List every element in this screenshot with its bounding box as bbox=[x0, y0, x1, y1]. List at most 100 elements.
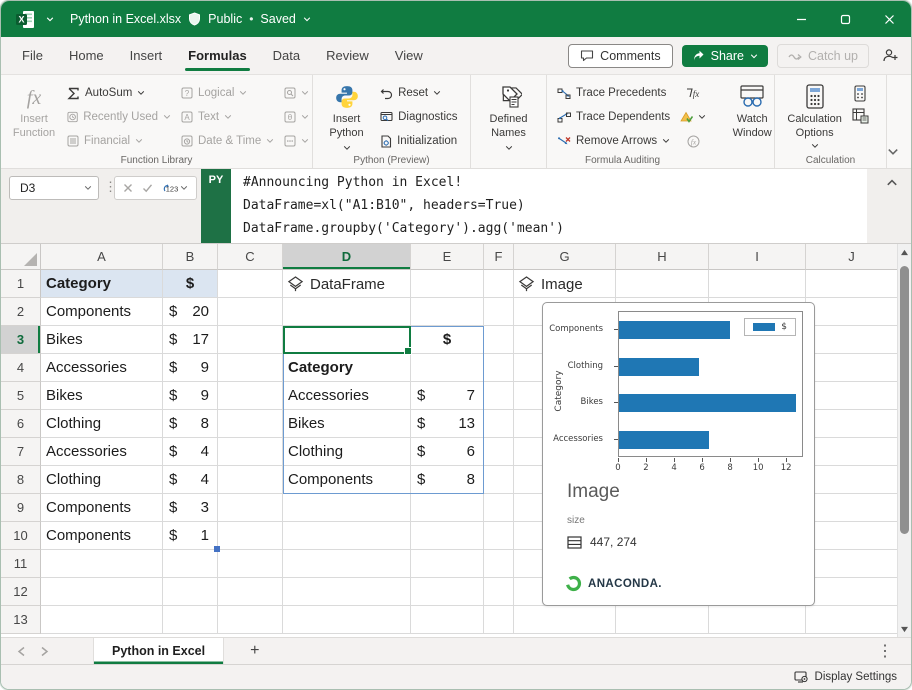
more-functions-button[interactable] bbox=[282, 129, 311, 153]
cell-D9[interactable] bbox=[283, 494, 411, 522]
cell-J7[interactable] bbox=[806, 438, 898, 466]
cell-H1[interactable] bbox=[616, 270, 709, 298]
trace-dependents-button[interactable]: Trace Dependents bbox=[555, 105, 672, 129]
cell-E1[interactable] bbox=[411, 270, 484, 298]
cell-E13[interactable] bbox=[411, 606, 484, 634]
insert-function-button[interactable]: fx Insert Function bbox=[9, 81, 59, 141]
cell-E4[interactable] bbox=[411, 354, 484, 382]
row-header-12[interactable]: 12 bbox=[1, 578, 41, 606]
cell-J8[interactable] bbox=[806, 466, 898, 494]
remove-arrows-button[interactable]: Remove Arrows bbox=[555, 129, 672, 153]
scroll-down-icon[interactable] bbox=[898, 621, 911, 637]
cell-C5[interactable] bbox=[218, 382, 283, 410]
cell-J1[interactable] bbox=[806, 270, 898, 298]
cell-B13[interactable] bbox=[163, 606, 218, 634]
vertical-scrollbar[interactable] bbox=[897, 244, 911, 637]
cell-E6[interactable]: $13 bbox=[411, 410, 484, 438]
diagnostics-button[interactable]: Diagnostics bbox=[378, 105, 462, 129]
math-trig-button[interactable]: θ bbox=[282, 105, 311, 129]
column-header-D[interactable]: D bbox=[283, 244, 411, 270]
cell-C9[interactable] bbox=[218, 494, 283, 522]
cell-D2[interactable] bbox=[283, 298, 411, 326]
enter-icon[interactable] bbox=[142, 183, 153, 193]
column-header-F[interactable]: F bbox=[484, 244, 514, 270]
initialization-button[interactable]: Initialization bbox=[378, 129, 462, 153]
save-status[interactable]: Saved bbox=[260, 12, 295, 26]
select-all-corner[interactable] bbox=[1, 244, 41, 270]
maximize-button[interactable] bbox=[823, 1, 867, 37]
cell-F12[interactable] bbox=[484, 578, 514, 606]
evaluate-formula-button[interactable]: fx bbox=[678, 129, 708, 153]
cell-C13[interactable] bbox=[218, 606, 283, 634]
cell-E8[interactable]: $8 bbox=[411, 466, 484, 494]
logical-button[interactable]: ? Logical bbox=[179, 81, 276, 105]
cell-D6[interactable]: Bikes bbox=[283, 410, 411, 438]
cell-J13[interactable] bbox=[806, 606, 898, 634]
active-cell-D3[interactable] bbox=[283, 326, 411, 354]
cell-F9[interactable] bbox=[484, 494, 514, 522]
ribbon-tab-review[interactable]: Review bbox=[313, 37, 382, 74]
cell-B6[interactable]: $8 bbox=[163, 410, 218, 438]
ribbon-tab-insert[interactable]: Insert bbox=[117, 37, 176, 74]
cell-G13[interactable] bbox=[514, 606, 616, 634]
cell-F8[interactable] bbox=[484, 466, 514, 494]
cell-A11[interactable] bbox=[41, 550, 163, 578]
collapse-ribbon-chevron-icon[interactable] bbox=[887, 146, 899, 158]
cell-J10[interactable] bbox=[806, 522, 898, 550]
cell-B9[interactable]: $3 bbox=[163, 494, 218, 522]
row-header-8[interactable]: 8 bbox=[1, 466, 41, 494]
share-button[interactable]: Share bbox=[682, 45, 768, 67]
insert-python-button[interactable]: Insert Python bbox=[321, 81, 372, 152]
column-header-E[interactable]: E bbox=[411, 244, 484, 270]
column-header-I[interactable]: I bbox=[709, 244, 806, 270]
cell-F3[interactable] bbox=[484, 326, 514, 354]
comments-button[interactable]: Comments bbox=[568, 44, 672, 68]
row-header-7[interactable]: 7 bbox=[1, 438, 41, 466]
cell-A8[interactable]: Clothing bbox=[41, 466, 163, 494]
row-header-5[interactable]: 5 bbox=[1, 382, 41, 410]
calculate-now-button[interactable] bbox=[852, 85, 878, 102]
row-header-1[interactable]: 1 bbox=[1, 270, 41, 298]
quick-access-chevron-icon[interactable] bbox=[46, 15, 54, 23]
date-time-button[interactable]: Date & Time bbox=[179, 129, 276, 153]
cell-I13[interactable] bbox=[709, 606, 806, 634]
sheet-tab-python-in-excel[interactable]: Python in Excel bbox=[93, 638, 224, 664]
dataframe-object-label[interactable]: DataFrame bbox=[287, 273, 385, 295]
cell-F4[interactable] bbox=[484, 354, 514, 382]
cell-D4[interactable]: Category bbox=[283, 354, 411, 382]
image-preview-card[interactable]: $ComponentsClothingBikesAccessories02468… bbox=[542, 302, 815, 606]
sensitivity-label[interactable]: Public bbox=[208, 12, 242, 26]
ribbon-tab-data[interactable]: Data bbox=[260, 37, 313, 74]
ribbon-tab-formulas[interactable]: Formulas bbox=[175, 37, 260, 74]
scroll-up-icon[interactable] bbox=[898, 244, 911, 260]
reset-button[interactable]: Reset bbox=[378, 81, 462, 105]
cell-E10[interactable] bbox=[411, 522, 484, 550]
document-title[interactable]: Python in Excel.xlsx bbox=[70, 12, 181, 26]
cell-F10[interactable] bbox=[484, 522, 514, 550]
cell-J9[interactable] bbox=[806, 494, 898, 522]
cell-B4[interactable]: $9 bbox=[163, 354, 218, 382]
cell-E9[interactable] bbox=[411, 494, 484, 522]
ribbon-tab-view[interactable]: View bbox=[382, 37, 436, 74]
cell-C4[interactable] bbox=[218, 354, 283, 382]
cell-C2[interactable] bbox=[218, 298, 283, 326]
python-output-type-icon[interactable]: 123 bbox=[162, 182, 188, 195]
cell-E7[interactable]: $6 bbox=[411, 438, 484, 466]
cell-J3[interactable] bbox=[806, 326, 898, 354]
cell-B10[interactable]: $1 bbox=[163, 522, 218, 550]
cell-F6[interactable] bbox=[484, 410, 514, 438]
financial-button[interactable]: Financial bbox=[65, 129, 173, 153]
cell-B11[interactable] bbox=[163, 550, 218, 578]
row-header-4[interactable]: 4 bbox=[1, 354, 41, 382]
cell-A13[interactable] bbox=[41, 606, 163, 634]
cell-F11[interactable] bbox=[484, 550, 514, 578]
lookup-reference-button[interactable] bbox=[282, 81, 311, 105]
minimize-button[interactable] bbox=[779, 1, 823, 37]
column-header-J[interactable]: J bbox=[806, 244, 898, 270]
cell-D11[interactable] bbox=[283, 550, 411, 578]
cell-B7[interactable]: $4 bbox=[163, 438, 218, 466]
column-header-H[interactable]: H bbox=[616, 244, 709, 270]
name-box[interactable]: D3 bbox=[9, 176, 99, 200]
cell-J6[interactable] bbox=[806, 410, 898, 438]
column-header-A[interactable]: A bbox=[41, 244, 163, 270]
